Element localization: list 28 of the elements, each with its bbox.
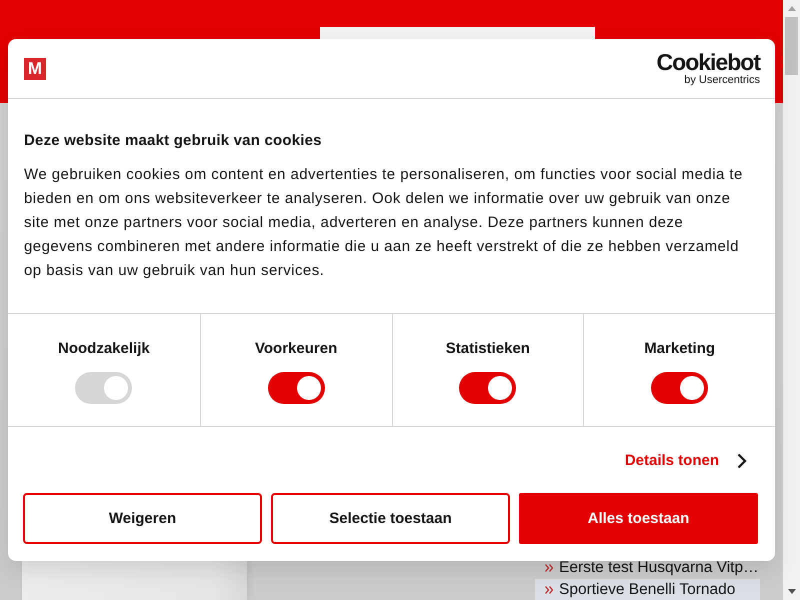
brand-name: Cookiebot xyxy=(656,51,760,74)
scroll-up-icon[interactable] xyxy=(788,6,796,11)
article-link[interactable]: Sportieve Benelli Tornado xyxy=(535,579,760,600)
category-label: Voorkeuren xyxy=(255,340,338,358)
scroll-down-icon[interactable] xyxy=(788,589,796,594)
scrollbar-thumb[interactable] xyxy=(785,17,798,75)
details-link[interactable]: Details tonen xyxy=(624,451,747,471)
consent-button[interactable]: Weigeren xyxy=(23,493,262,544)
toggle-switch[interactable] xyxy=(268,372,325,404)
consent-button[interactable]: Selectie toestaan xyxy=(271,493,510,544)
category-label: Marketing xyxy=(644,340,716,358)
article-link[interactable]: Eerste test Husqvarna Vitp… xyxy=(535,557,760,578)
dialog-text: We gebruiken cookies om content en advertenties te personaliseren, om functies voor social media te bieden en om ons websiteverkeer te analyseren. Ook delen we informatie over uw gebruik van onze site met onze partners voor social media, adverteren en analyse. Deze partners kunnen deze gegevens combineren met andere informatie die u aan ze heeft verstrekt of die ze hebben verzameld op basis van uw gebruik van hun services. xyxy=(24,165,744,281)
double-chevron-icon xyxy=(545,586,553,594)
toggle-switch[interactable] xyxy=(651,372,708,404)
brand-tagline: by Usercentrics xyxy=(684,75,760,86)
category-label: Statistieken xyxy=(446,340,530,358)
article-title: Sportieve Benelli Tornado xyxy=(559,580,736,598)
input-field[interactable] xyxy=(320,27,595,39)
dialog-title: Deze website maakt gebruik van cookies xyxy=(24,131,323,151)
toggle-switch[interactable] xyxy=(459,372,516,404)
site-logo: M xyxy=(24,58,46,80)
double-chevron-icon xyxy=(545,564,553,572)
chevron-right-icon xyxy=(737,453,747,469)
category-label: Noodzakelijk xyxy=(58,340,150,358)
article-title: Eerste test Husqvarna Vitp… xyxy=(559,558,759,576)
scrollbar[interactable] xyxy=(783,0,800,600)
allow-all-button[interactable]: Alles toestaan xyxy=(519,493,758,544)
